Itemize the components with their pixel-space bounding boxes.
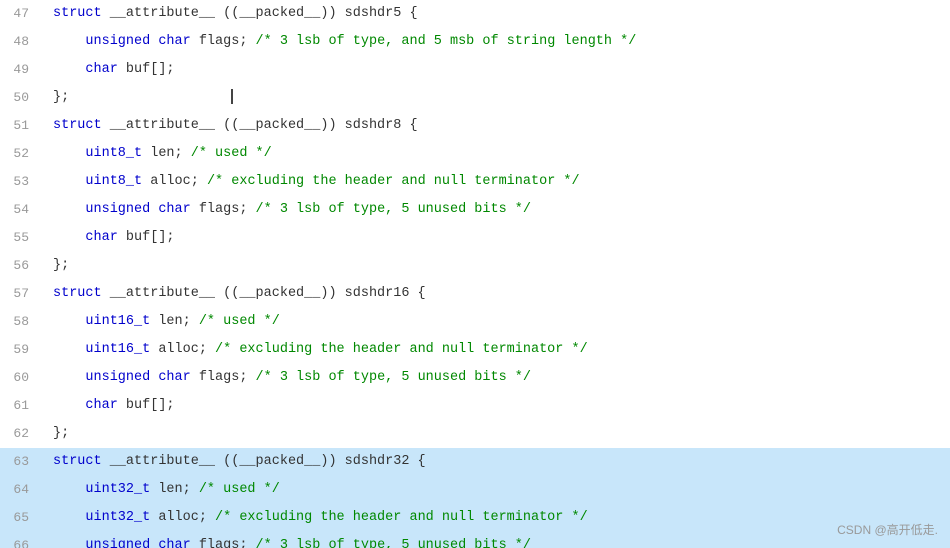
code-row: 52 uint8_t len; /* used */ bbox=[0, 140, 950, 168]
code-row: 63struct __attribute__ ((__packed__)) sd… bbox=[0, 448, 950, 476]
line-number: 64 bbox=[0, 476, 45, 504]
code-row: 55 char buf[]; bbox=[0, 224, 950, 252]
text-cursor bbox=[231, 89, 233, 104]
line-content: uint32_t len; /* used */ bbox=[45, 476, 950, 504]
line-number: 66 bbox=[0, 532, 45, 548]
code-row: 59 uint16_t alloc; /* excluding the head… bbox=[0, 336, 950, 364]
code-row: 62}; bbox=[0, 420, 950, 448]
line-number: 51 bbox=[0, 112, 45, 140]
line-content: uint8_t len; /* used */ bbox=[45, 140, 950, 168]
line-number: 61 bbox=[0, 392, 45, 420]
line-content: char buf[]; bbox=[45, 392, 950, 420]
line-number: 60 bbox=[0, 364, 45, 392]
line-content: uint16_t alloc; /* excluding the header … bbox=[45, 336, 950, 364]
code-container: 47struct __attribute__ ((__packed__)) sd… bbox=[0, 0, 950, 548]
line-number: 56 bbox=[0, 252, 45, 280]
line-number: 52 bbox=[0, 140, 45, 168]
line-number: 55 bbox=[0, 224, 45, 252]
line-content: uint32_t alloc; /* excluding the header … bbox=[45, 504, 950, 532]
line-content: unsigned char flags; /* 3 lsb of type, 5… bbox=[45, 196, 950, 224]
line-number: 59 bbox=[0, 336, 45, 364]
line-number: 53 bbox=[0, 168, 45, 196]
line-content: char buf[]; bbox=[45, 224, 950, 252]
line-number: 62 bbox=[0, 420, 45, 448]
watermark: CSDN @高开低走. bbox=[837, 521, 938, 538]
code-row: 51struct __attribute__ ((__packed__)) sd… bbox=[0, 112, 950, 140]
line-number: 63 bbox=[0, 448, 45, 476]
line-number: 48 bbox=[0, 28, 45, 56]
code-row: 50}; bbox=[0, 84, 950, 112]
line-content: struct __attribute__ ((__packed__)) sdsh… bbox=[45, 0, 950, 28]
line-content: }; bbox=[45, 84, 950, 112]
code-row: 66 unsigned char flags; /* 3 lsb of type… bbox=[0, 532, 950, 548]
line-content: struct __attribute__ ((__packed__)) sdsh… bbox=[45, 112, 950, 140]
line-number: 58 bbox=[0, 308, 45, 336]
code-row: 61 char buf[]; bbox=[0, 392, 950, 420]
code-row: 57struct __attribute__ ((__packed__)) sd… bbox=[0, 280, 950, 308]
code-row: 47struct __attribute__ ((__packed__)) sd… bbox=[0, 0, 950, 28]
line-content: }; bbox=[45, 252, 950, 280]
code-row: 58 uint16_t len; /* used */ bbox=[0, 308, 950, 336]
line-content: unsigned char flags; /* 3 lsb of type, 5… bbox=[45, 364, 950, 392]
line-content: unsigned char flags; /* 3 lsb of type, a… bbox=[45, 28, 950, 56]
code-row: 60 unsigned char flags; /* 3 lsb of type… bbox=[0, 364, 950, 392]
code-row: 53 uint8_t alloc; /* excluding the heade… bbox=[0, 168, 950, 196]
line-content: uint16_t len; /* used */ bbox=[45, 308, 950, 336]
code-row: 54 unsigned char flags; /* 3 lsb of type… bbox=[0, 196, 950, 224]
line-number: 47 bbox=[0, 0, 45, 28]
code-row: 65 uint32_t alloc; /* excluding the head… bbox=[0, 504, 950, 532]
line-number: 54 bbox=[0, 196, 45, 224]
line-number: 49 bbox=[0, 56, 45, 84]
line-content: char buf[]; bbox=[45, 56, 950, 84]
code-row: 64 uint32_t len; /* used */ bbox=[0, 476, 950, 504]
line-content: }; bbox=[45, 420, 950, 448]
code-row: 56}; bbox=[0, 252, 950, 280]
line-number: 57 bbox=[0, 280, 45, 308]
code-row: 49 char buf[]; bbox=[0, 56, 950, 84]
line-content: unsigned char flags; /* 3 lsb of type, 5… bbox=[45, 532, 950, 548]
code-table: 47struct __attribute__ ((__packed__)) sd… bbox=[0, 0, 950, 548]
line-number: 65 bbox=[0, 504, 45, 532]
line-content: struct __attribute__ ((__packed__)) sdsh… bbox=[45, 280, 950, 308]
code-row: 48 unsigned char flags; /* 3 lsb of type… bbox=[0, 28, 950, 56]
line-number: 50 bbox=[0, 84, 45, 112]
line-content: struct __attribute__ ((__packed__)) sdsh… bbox=[45, 448, 950, 476]
line-content: uint8_t alloc; /* excluding the header a… bbox=[45, 168, 950, 196]
